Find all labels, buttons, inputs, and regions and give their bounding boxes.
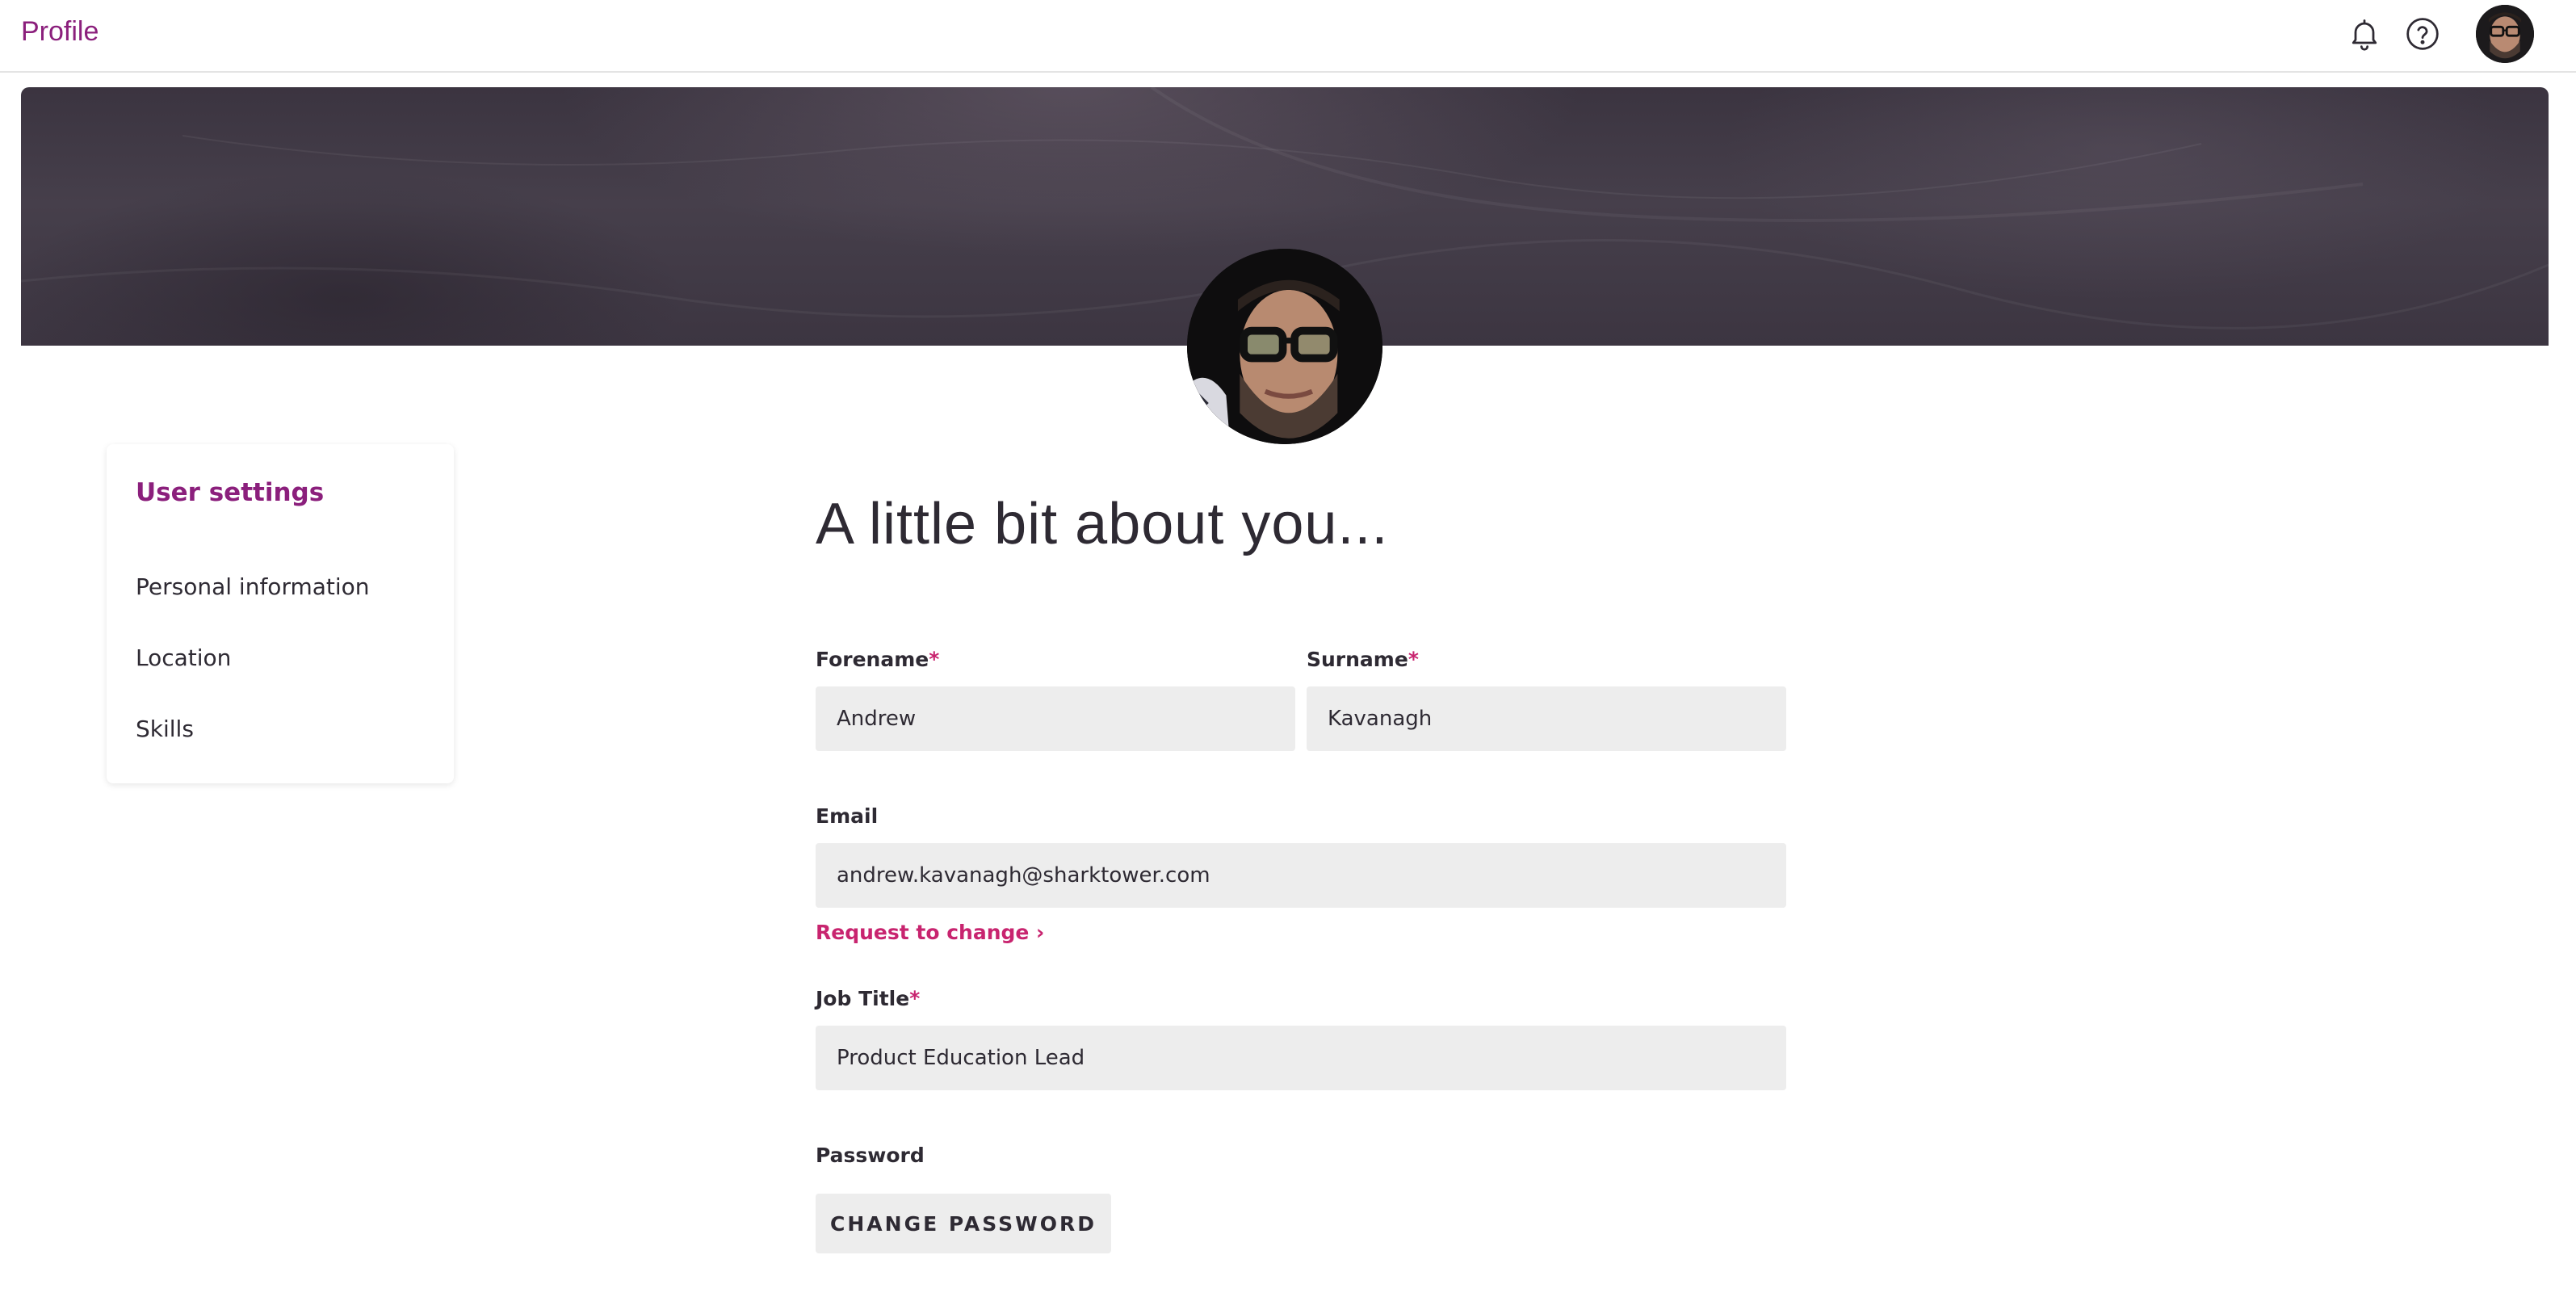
job-title-label: Job Title* bbox=[816, 987, 921, 1010]
required-marker: * bbox=[929, 648, 940, 671]
request-change-link[interactable]: Request to change › bbox=[816, 921, 1044, 944]
email-input[interactable] bbox=[816, 843, 1786, 908]
sidebar-item-personal-information[interactable]: Personal information bbox=[136, 573, 370, 600]
sidebar-item-location[interactable]: Location bbox=[136, 644, 231, 671]
help-icon[interactable] bbox=[2405, 16, 2440, 52]
profile-avatar[interactable] bbox=[1187, 249, 1382, 444]
surname-input[interactable] bbox=[1307, 686, 1786, 751]
sidebar-item-skills[interactable]: Skills bbox=[136, 716, 194, 742]
sidebar-heading: User settings bbox=[136, 478, 325, 507]
user-avatar[interactable] bbox=[2476, 5, 2534, 63]
password-label: Password bbox=[816, 1144, 925, 1167]
required-marker: * bbox=[909, 987, 921, 1010]
page-title: Profile bbox=[21, 16, 99, 47]
required-marker: * bbox=[1408, 648, 1419, 671]
email-label: Email bbox=[816, 804, 879, 828]
forename-label: Forename* bbox=[816, 648, 940, 671]
surname-label: Surname* bbox=[1307, 648, 1419, 671]
forename-input[interactable] bbox=[816, 686, 1295, 751]
settings-sidebar: User settings Personal information Locat… bbox=[107, 444, 454, 783]
bell-icon[interactable] bbox=[2347, 16, 2382, 52]
job-title-input[interactable] bbox=[816, 1026, 1786, 1090]
form-heading: A little bit about you... bbox=[816, 492, 1389, 556]
change-password-button[interactable]: CHANGE PASSWORD bbox=[816, 1194, 1111, 1253]
top-bar: Profile bbox=[0, 0, 2576, 73]
